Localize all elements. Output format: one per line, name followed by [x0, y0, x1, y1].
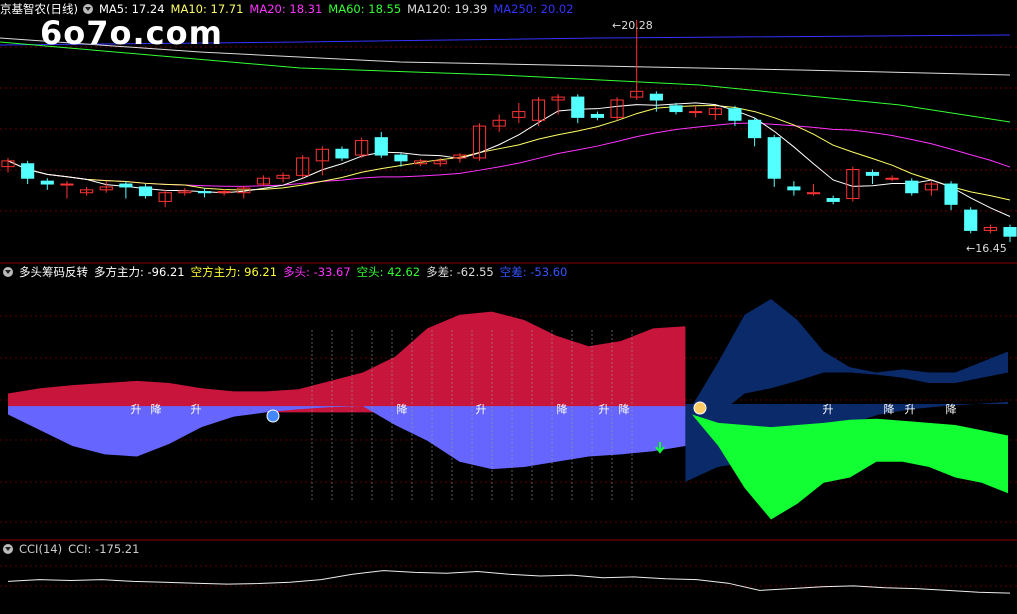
ma-legend-item: MA20: 18.31 [249, 2, 323, 16]
watermark-logo: 6o7o.com [40, 14, 223, 52]
reversal-up-icon [266, 409, 280, 423]
candle-body [905, 180, 919, 194]
ma5-line [7, 102, 1011, 217]
candle-body [728, 108, 742, 121]
ma60-line [0, 41, 1011, 123]
bear-band-blue [8, 406, 686, 470]
dropdown-arrow-icon[interactable] [3, 544, 13, 554]
candle-body [590, 113, 605, 118]
panel2-header: 多头筹码反转 多方主力: -96.21 空方主力: 96.21 多头: -33.67 空… [0, 264, 579, 280]
candle-body [747, 119, 762, 139]
signal-label: 降 [397, 402, 408, 416]
dropdown-arrow-icon[interactable] [3, 267, 13, 277]
candle-body [826, 198, 840, 202]
candle-body [787, 186, 801, 191]
ma-legend-item: MA120: 19.39 [407, 2, 488, 16]
candle-body [394, 154, 408, 162]
candle-body [944, 183, 958, 205]
candle-body [197, 191, 212, 194]
signal-label: 降 [946, 402, 957, 416]
signal-label: 升 [191, 403, 202, 416]
candle-body [335, 148, 349, 159]
signal-label: 升 [823, 403, 834, 416]
stock-chart-canvas: ←20.28←16.45升降升降升降升降升降升降 [0, 19, 1017, 594]
signal-label: 升 [476, 403, 487, 416]
cci-value: CCI: -175.21 [68, 542, 140, 556]
candle-body [885, 177, 899, 180]
bull-band-red [8, 311, 686, 413]
panel2-title: 多头筹码反转 [19, 265, 88, 279]
candle-body [21, 163, 35, 179]
ma-legend-item: MA60: 18.55 [328, 2, 402, 16]
signal-label: 降 [557, 402, 568, 416]
candle-body [865, 171, 880, 176]
reversal-down-icon [693, 401, 707, 415]
indicator-legend-item: 多头: -33.67 [283, 265, 351, 279]
green-band [692, 414, 1008, 520]
signal-label: 降 [884, 402, 895, 416]
candle-body [60, 183, 74, 186]
panel3-title: CCI(14) [19, 542, 63, 556]
signal-label: 升 [131, 403, 142, 416]
candle-body [689, 111, 703, 114]
indicator-legend-item: 多方主力: -96.21 [94, 265, 185, 279]
high-price-label: ←20.28 [612, 19, 653, 32]
indicator-legend-item: 多差: -62.55 [426, 265, 494, 279]
ma-legend-item: MA250: 20.02 [493, 2, 574, 16]
indicator-legend-item: 空方主力: 96.21 [190, 265, 278, 279]
indicator-legend-item: 空头: 42.62 [356, 265, 421, 279]
candle-body [806, 192, 821, 195]
signal-label: 降 [619, 402, 630, 416]
candle-body [767, 137, 781, 179]
low-price-label: ←16.45 [966, 242, 1007, 255]
cci-line [7, 570, 1011, 594]
candle-body [138, 186, 153, 197]
candle-body [119, 183, 133, 188]
indicator-legend: 多方主力: -96.21 空方主力: 96.21 多头: -33.67 空头: 42.… [94, 265, 573, 279]
candle-body [374, 137, 388, 156]
signal-label: 降 [151, 402, 162, 416]
candle-body [1003, 227, 1017, 237]
signal-label: 升 [599, 403, 610, 416]
candle-body [571, 96, 585, 118]
panel3-header: CCI(14) CCI: -175.21 [0, 541, 145, 557]
candle-body [964, 209, 978, 231]
indicator-legend-item: 空差: -53.60 [499, 265, 568, 279]
signal-label: 升 [905, 403, 916, 416]
candle-body [649, 93, 663, 101]
candle-body [40, 180, 54, 185]
dropdown-arrow-icon[interactable] [82, 4, 93, 14]
candle-body [669, 105, 683, 113]
